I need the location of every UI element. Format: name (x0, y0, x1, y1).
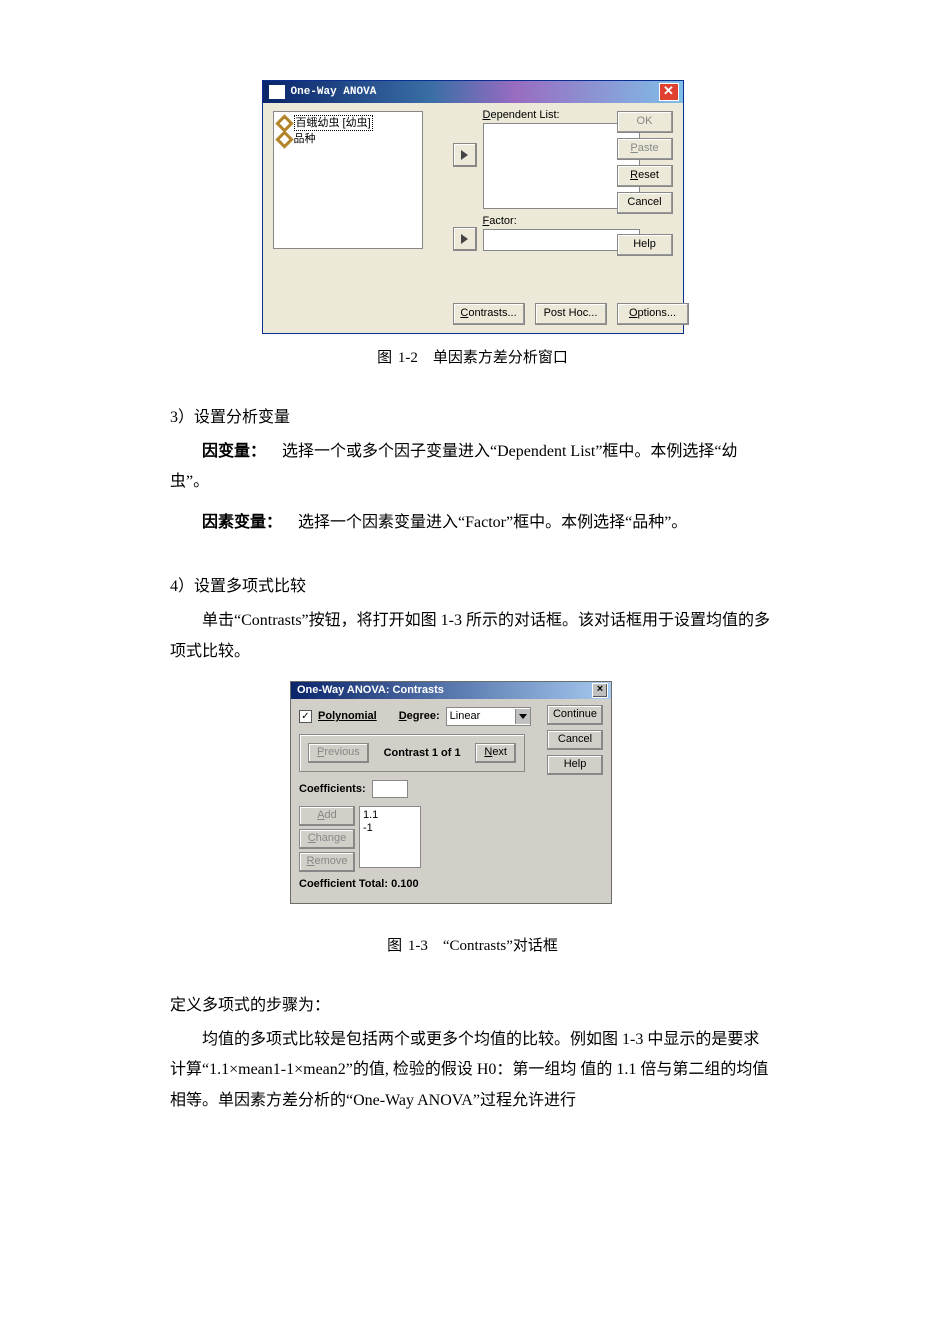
help-button[interactable]: Help (617, 234, 673, 256)
variable-icon (275, 130, 293, 148)
move-to-factor-button[interactable] (453, 227, 477, 251)
coefficient-list[interactable]: 1.1 -1 (359, 806, 421, 868)
cancel-button[interactable]: Cancel (547, 730, 603, 750)
variable-list[interactable]: 百蛾幼虫 [幼虫] 品种 (273, 111, 423, 249)
contrast-position-label: Contrast 1 of 1 (384, 747, 461, 759)
degree-value: Linear (450, 710, 481, 722)
figure-1-2-caption: 图 1-2 单因素方差分析窗口 (170, 346, 775, 367)
anova-dialog: One-Way ANOVA ✕ 百蛾幼虫 [幼虫] 品种 Dependent L… (262, 80, 684, 334)
close-icon[interactable]: ✕ (659, 83, 679, 101)
dependent-var-label: 因变量： (202, 443, 266, 460)
paragraph: 均值的多项式比较是包括两个或更多个均值的比较。例如图 1-3 中显示的是要求计算… (170, 1025, 775, 1116)
contrasts-dialog: One-Way ANOVA: Contrasts × ✓ Polynomial … (290, 681, 612, 904)
coefficient-input[interactable] (372, 780, 408, 798)
reset-button[interactable]: Reset (617, 165, 673, 187)
variable-label: 百蛾幼虫 [幼虫] (294, 115, 373, 131)
paragraph: 因素变量： 选择一个因素变量进入“Factor”框中。本例选择“品种”。 (170, 508, 775, 538)
chevron-right-icon (461, 150, 468, 160)
contrast-nav-frame: Previous Contrast 1 of 1 Next (299, 734, 525, 772)
window-icon (269, 85, 285, 99)
factor-var-label: 因素变量： (202, 514, 282, 531)
degree-label: Degree: (399, 710, 440, 722)
anova-titlebar: One-Way ANOVA ✕ (263, 81, 683, 103)
figure-1-3-caption: 图 1-3 “Contrasts”对话框 (170, 934, 775, 955)
list-item[interactable]: 百蛾幼虫 [幼虫] (278, 115, 418, 131)
cancel-button[interactable]: Cancel (617, 192, 673, 214)
polynomial-label: Polynomial (318, 710, 377, 722)
next-button[interactable]: Next (475, 743, 516, 763)
paragraph-text: 选择一个因素变量进入“Factor”框中。本例选择“品种”。 (282, 514, 687, 531)
paragraph-heading: 定义多项式的步骤为： (170, 991, 775, 1015)
move-to-dependent-button[interactable] (453, 143, 477, 167)
anova-title: One-Way ANOVA (291, 86, 377, 98)
paste-button[interactable]: Paste (617, 138, 673, 160)
options-button[interactable]: Options... (617, 303, 689, 325)
contrasts-titlebar: One-Way ANOVA: Contrasts × (291, 682, 611, 699)
remove-button[interactable]: Remove (299, 852, 355, 872)
add-button[interactable]: Add (299, 806, 355, 826)
coefficients-label: Coefficients: (299, 783, 366, 795)
chevron-right-icon (461, 234, 468, 244)
degree-select[interactable]: Linear (446, 707, 531, 726)
close-icon[interactable]: × (592, 683, 608, 698)
section-4-heading: 4）设置多项式比较 (170, 572, 775, 596)
section-3-heading: 3）设置分析变量 (170, 403, 775, 427)
paragraph: 因变量： 选择一个或多个因子变量进入“Dependent List”框中。本例选… (170, 437, 775, 498)
change-button[interactable]: Change (299, 829, 355, 849)
ok-button[interactable]: OK (617, 111, 673, 133)
contrasts-button[interactable]: Contrasts... (453, 303, 525, 325)
document-page: One-Way ANOVA ✕ 百蛾幼虫 [幼虫] 品种 Dependent L… (0, 0, 945, 1166)
previous-button[interactable]: Previous (308, 743, 369, 763)
paragraph: 单击“Contrasts”按钮，将打开如图 1-3 所示的对话框。该对话框用于设… (170, 606, 775, 667)
variable-label: 品种 (294, 132, 316, 146)
chevron-down-icon (515, 709, 530, 724)
continue-button[interactable]: Continue (547, 705, 603, 725)
contrasts-title: One-Way ANOVA: Contrasts (297, 684, 444, 696)
polynomial-checkbox[interactable]: ✓ (299, 710, 312, 723)
help-button[interactable]: Help (547, 755, 603, 775)
posthoc-button[interactable]: Post Hoc... (535, 303, 607, 325)
list-item[interactable]: 品种 (278, 131, 418, 147)
coefficient-total-label: Coefficient Total: 0.100 (299, 878, 603, 890)
